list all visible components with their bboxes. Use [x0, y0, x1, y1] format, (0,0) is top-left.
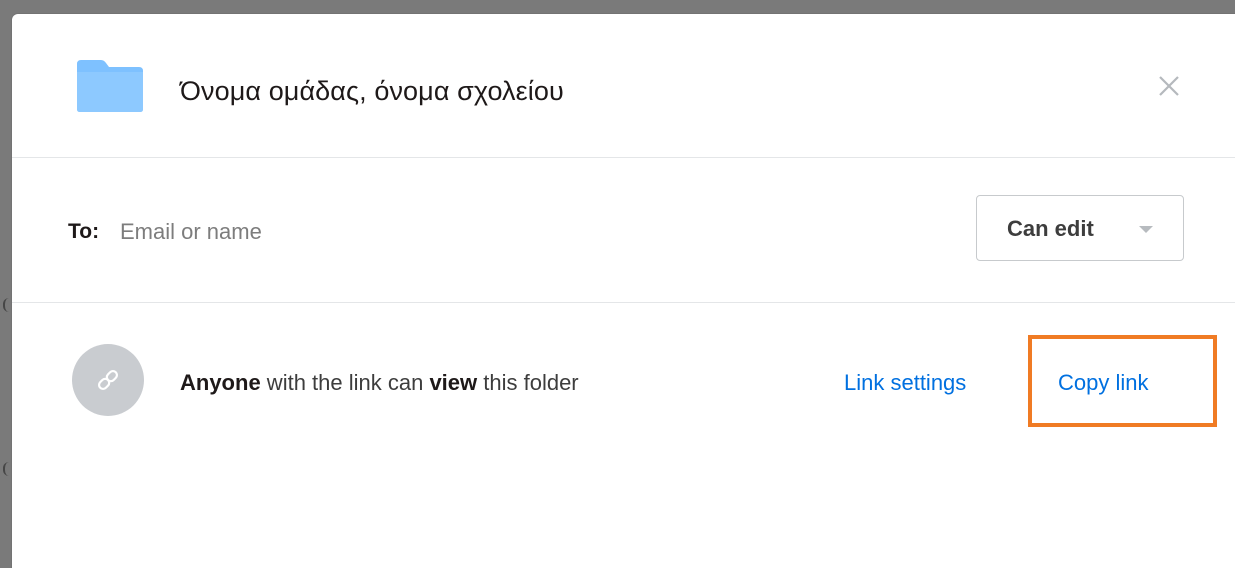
permission-dropdown[interactable]: Can edit — [976, 195, 1184, 261]
permission-selected-value: Can edit — [1007, 216, 1094, 241]
copy-link-button[interactable]: Copy link — [1058, 370, 1148, 396]
link-icon-badge — [72, 344, 144, 416]
link-description-text: with the link can — [260, 370, 430, 395]
dialog-title: Όνομα ομάδας, όνομα σχολείου — [180, 76, 564, 106]
close-button[interactable] — [1152, 69, 1186, 103]
invite-row: To: Can edit — [12, 158, 1235, 303]
to-label: To: — [68, 220, 100, 243]
link-settings-button[interactable]: Link settings — [844, 370, 966, 396]
recipient-input[interactable] — [120, 212, 940, 252]
link-sharing-row: Anyone with the link can view this folde… — [12, 303, 1235, 473]
folder-icon — [75, 58, 145, 113]
copy-link-highlight[interactable]: Copy link — [1028, 335, 1217, 427]
link-description-text: this folder — [477, 370, 579, 395]
link-access-level: view — [429, 370, 478, 395]
link-icon — [97, 369, 119, 391]
share-dialog: Όνομα ομάδας, όνομα σχολείου To: Can edi… — [12, 14, 1235, 568]
link-audience: Anyone — [180, 370, 261, 395]
dialog-header: Όνομα ομάδας, όνομα σχολείου — [12, 14, 1235, 158]
close-icon[interactable] — [1152, 69, 1186, 103]
chevron-down-icon — [1139, 226, 1153, 233]
link-access-description: Anyone with the link can view this folde… — [180, 370, 579, 396]
